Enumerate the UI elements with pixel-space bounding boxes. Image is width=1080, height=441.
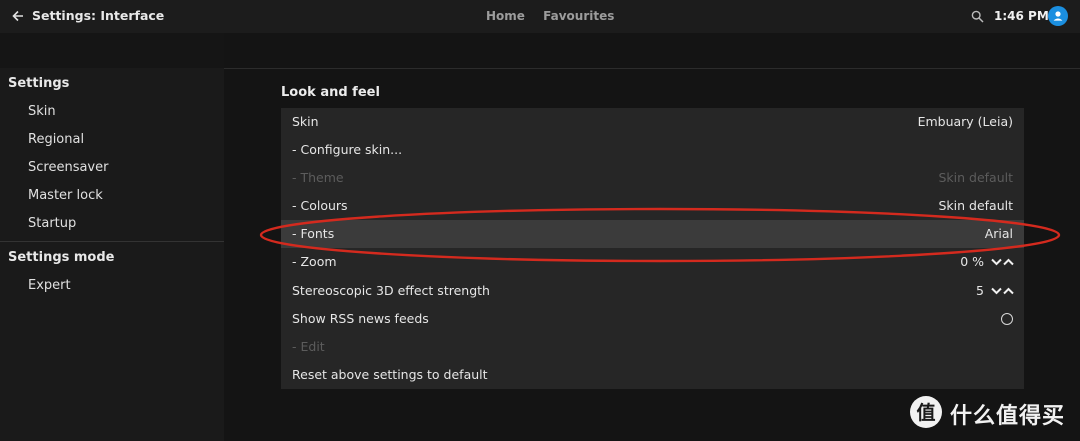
- setting-row-skin[interactable]: Skin Embuary (Leia): [281, 108, 1024, 136]
- sidebar-heading-settings: Settings: [8, 76, 70, 91]
- watermark-logo-icon: 值: [910, 396, 942, 428]
- main-header-strip: [224, 33, 1080, 69]
- search-icon[interactable]: [971, 10, 984, 23]
- setting-row-theme: - Theme Skin default: [281, 164, 1024, 192]
- setting-label: Reset above settings to default: [292, 366, 488, 382]
- top-nav: Home Favourites: [486, 9, 628, 23]
- setting-label: - Colours: [292, 198, 348, 214]
- svg-text:值: 值: [916, 401, 935, 424]
- back-arrow-icon[interactable]: [11, 8, 25, 24]
- setting-row-configure-skin[interactable]: - Configure skin...: [281, 136, 1024, 164]
- radio-off-icon[interactable]: [1001, 312, 1013, 325]
- setting-label: - Configure skin...: [292, 142, 403, 158]
- spinner-down-up-icon[interactable]: [991, 257, 1015, 267]
- watermark-text: 什么值得买: [950, 404, 1066, 429]
- setting-value: Skin default: [938, 198, 1013, 214]
- user-avatar[interactable]: [1048, 6, 1068, 26]
- setting-row-colours[interactable]: - Colours Skin default: [281, 192, 1024, 220]
- nav-home[interactable]: Home: [486, 9, 525, 23]
- setting-label: - Zoom: [292, 254, 337, 270]
- sidebar-header-strip: [0, 33, 224, 68]
- user-icon: [1053, 11, 1063, 21]
- setting-value: Arial: [984, 226, 1013, 242]
- setting-label: - Edit: [292, 338, 325, 354]
- setting-label: Skin: [292, 114, 319, 129]
- setting-label: - Theme: [292, 170, 344, 186]
- sidebar: Settings Skin Regional Screensaver Maste…: [0, 33, 224, 441]
- sidebar-item-screensaver[interactable]: Screensaver: [0, 154, 224, 182]
- price-tag-icon: 值: [916, 401, 935, 424]
- spinner-down-up-icon[interactable]: [991, 286, 1015, 296]
- setting-row-stereoscopic-strength[interactable]: Stereoscopic 3D effect strength 5: [281, 277, 1024, 305]
- setting-value: Embuary (Leia): [917, 114, 1013, 129]
- setting-label: - Fonts: [292, 226, 335, 242]
- section-title: Look and feel: [281, 85, 380, 100]
- sidebar-divider: [0, 241, 224, 242]
- setting-label: Show RSS news feeds: [292, 310, 429, 326]
- setting-value: 0 %: [960, 254, 984, 270]
- setting-row-zoom[interactable]: - Zoom 0 %: [281, 248, 1024, 276]
- watermark: 值 什么值得买: [910, 396, 1076, 430]
- setting-value: Skin default: [938, 170, 1013, 186]
- sidebar-heading-settings-mode: Settings mode: [8, 250, 115, 265]
- sidebar-item-regional[interactable]: Regional: [0, 126, 224, 154]
- setting-row-fonts[interactable]: - Fonts Arial: [281, 220, 1024, 249]
- sidebar-item-startup[interactable]: Startup: [0, 210, 224, 238]
- clock: 1:46 PM: [994, 9, 1049, 23]
- setting-row-show-rss[interactable]: Show RSS news feeds: [281, 305, 1024, 333]
- settings-list: Skin Embuary (Leia) - Configure skin... …: [281, 108, 1024, 389]
- window-title: Settings: Interface: [32, 8, 165, 23]
- setting-label: Stereoscopic 3D effect strength: [292, 282, 490, 298]
- setting-value: 5: [976, 282, 984, 298]
- sidebar-item-expert[interactable]: Expert: [0, 272, 224, 300]
- sidebar-item-master-lock[interactable]: Master lock: [0, 182, 224, 210]
- nav-favourites[interactable]: Favourites: [543, 9, 614, 23]
- setting-row-edit: - Edit: [281, 333, 1024, 361]
- setting-row-reset[interactable]: Reset above settings to default: [281, 361, 1024, 389]
- top-bar: Settings: Interface Home Favourites 1:46…: [0, 0, 1080, 33]
- sidebar-item-skin[interactable]: Skin: [0, 98, 224, 126]
